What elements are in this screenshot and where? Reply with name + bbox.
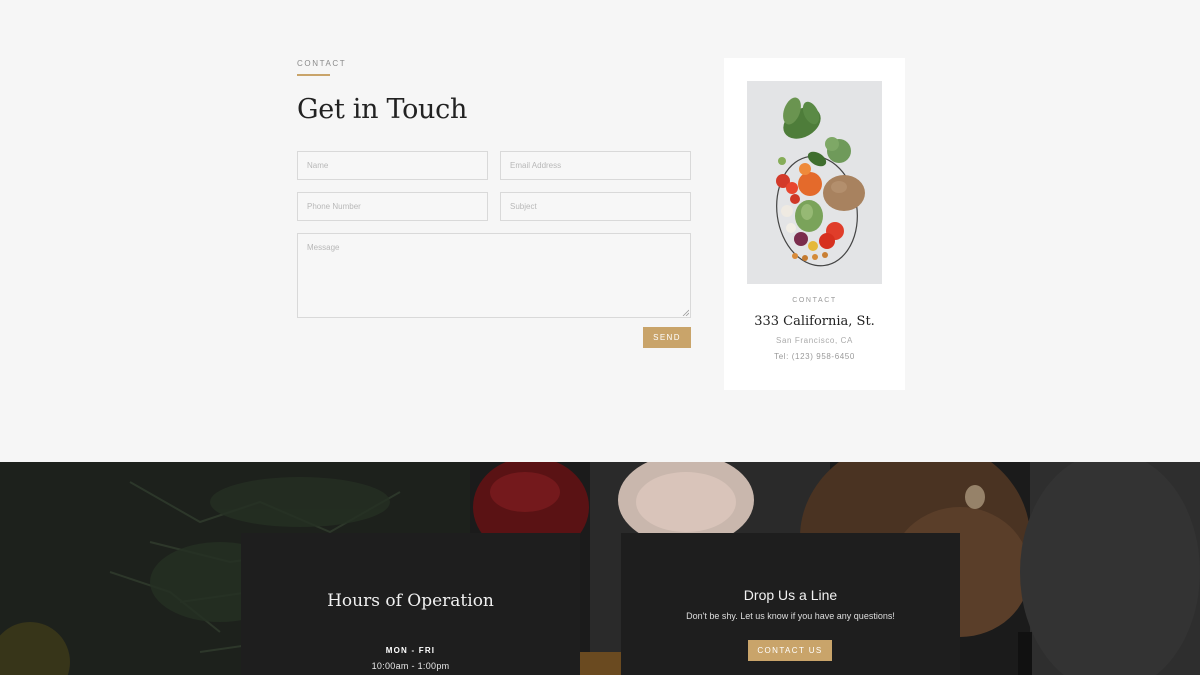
send-button[interactable]: SEND xyxy=(643,327,691,348)
hours-title: Hours of Operation xyxy=(327,591,494,611)
page-title: Get in Touch xyxy=(297,94,468,125)
drop-line-title: Drop Us a Line xyxy=(743,587,838,603)
hours-time: 10:00am - 1:00pm xyxy=(371,661,450,671)
name-field[interactable] xyxy=(297,151,488,180)
card-address: 333 California, St. xyxy=(754,314,875,329)
subject-field[interactable] xyxy=(500,192,691,221)
card-eyebrow: CONTACT xyxy=(792,297,837,304)
email-field[interactable] xyxy=(500,151,691,180)
contact-card: CONTACT 333 California, St. San Francisc… xyxy=(724,58,905,390)
resize-grip-icon[interactable] xyxy=(682,309,689,316)
drop-line-panel: Drop Us a Line Don't be shy. Let us know… xyxy=(621,533,960,675)
section-eyebrow: CONTACT xyxy=(297,59,347,68)
contact-us-button[interactable]: CONTACT US xyxy=(748,640,832,661)
food-background-image xyxy=(0,462,1200,675)
card-city: San Francisco, CA xyxy=(776,336,853,345)
hours-panel: Hours of Operation MON - FRI 10:00am - 1… xyxy=(241,533,580,675)
hours-days: MON - FRI xyxy=(385,646,436,655)
card-phone: Tel: (123) 958-6450 xyxy=(774,352,855,361)
phone-field[interactable] xyxy=(297,192,488,221)
vegetable-basket-photo xyxy=(747,81,882,284)
message-field[interactable] xyxy=(297,233,691,318)
contact-section: CONTACT Get in Touch SEND xyxy=(0,0,1200,462)
eyebrow-divider xyxy=(297,74,330,76)
drop-line-subtitle: Don't be shy. Let us know if you have an… xyxy=(686,611,895,621)
info-section: Hours of Operation MON - FRI 10:00am - 1… xyxy=(0,462,1200,675)
